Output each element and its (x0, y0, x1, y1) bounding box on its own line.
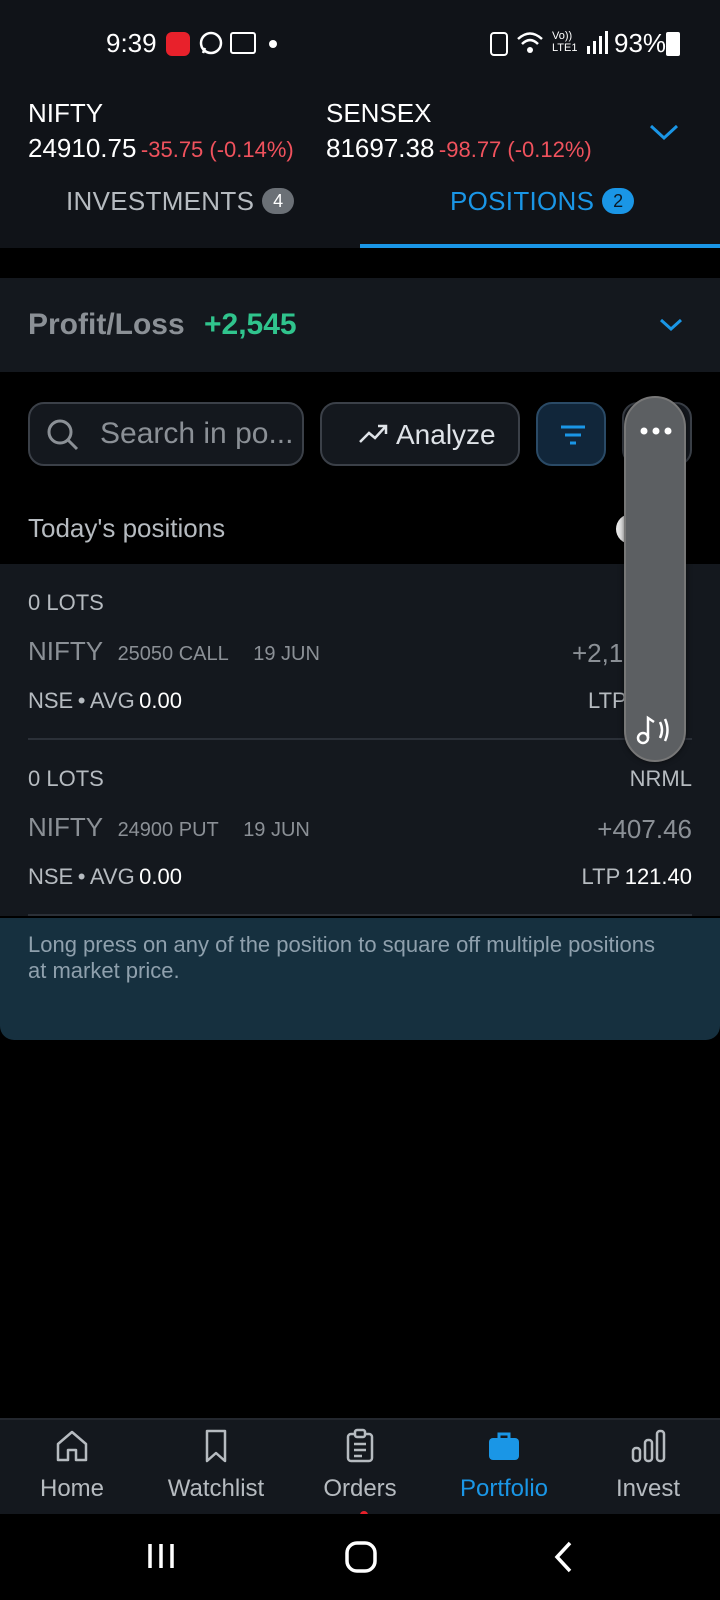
position-strike: 24900 PUT (117, 819, 219, 841)
recent-apps-icon[interactable] (146, 1540, 176, 1572)
index-value: 24910.75 (28, 133, 137, 163)
position-meta: NSE • AVG 0.00 (28, 864, 182, 890)
nav-invest[interactable]: Invest (576, 1428, 720, 1503)
nav-watchlist[interactable]: Watchlist (144, 1428, 288, 1503)
position-instrument: NIFTY 25050 CALL 19 JUN (28, 636, 320, 667)
index-change: -35.75 (-0.14%) (140, 137, 294, 162)
position-ltp-label: LTP (588, 688, 627, 713)
analyze-button[interactable]: Analyze (320, 402, 520, 466)
index-value: 81697.38 (326, 133, 435, 163)
nav-label: Portfolio (459, 1475, 549, 1502)
position-strike: 25050 CALL (117, 643, 229, 665)
position-pnl: +2,1 (572, 638, 624, 668)
analyze-label: Analyze (396, 419, 496, 450)
home-icon (54, 1428, 90, 1464)
news-icon (230, 32, 256, 54)
neo-icon (166, 32, 190, 56)
nav-orders[interactable]: Orders (288, 1428, 432, 1503)
position-ltp-label: LTP (581, 864, 621, 889)
search-placeholder: Search in po... (100, 417, 294, 450)
tab-label: POSITIONS (450, 186, 595, 216)
position-symbol: NIFTY (28, 636, 104, 666)
search-input[interactable]: Search in po... (28, 402, 304, 466)
clipboard-icon (342, 1428, 378, 1464)
briefcase-icon (486, 1428, 522, 1464)
bookmark-icon (198, 1428, 234, 1464)
profit-loss-label: Profit/Loss (28, 308, 185, 341)
bar-chart-icon (630, 1428, 666, 1464)
trending-up-icon (358, 422, 390, 446)
index-change: -98.77 (-0.12%) (438, 137, 592, 162)
index-name: SENSEX (326, 98, 432, 128)
nav-home[interactable]: Home (0, 1428, 144, 1503)
position-ltp: 121.40 (624, 864, 692, 889)
tab-positions[interactable]: POSITIONS 2 (450, 186, 635, 217)
row-divider (28, 914, 692, 916)
battery-icon (666, 32, 680, 56)
whatsapp-icon (198, 30, 224, 56)
back-icon[interactable] (552, 1540, 574, 1574)
profit-loss-value: +2,545 (204, 308, 297, 341)
position-lots: 0 LOTS (28, 766, 104, 791)
tab-label: INVESTMENTS (66, 186, 255, 216)
position-meta: NSE • AVG 0.00 (28, 688, 182, 714)
signal-icon (586, 30, 608, 54)
nifty-index[interactable]: NIFTY 24910.75 -35.75 (-0.14%) (28, 98, 294, 164)
active-tab-indicator (360, 244, 720, 248)
position-exchange: NSE (28, 688, 74, 713)
position-expiry: 19 JUN (243, 819, 310, 841)
filter-icon (559, 424, 587, 446)
sensex-index[interactable]: SENSEX 81697.38 -98.77 (-0.12%) (326, 98, 592, 164)
position-product: NRML (629, 766, 692, 791)
search-icon (46, 418, 80, 452)
network-label: Vo)) LTE1 (552, 30, 578, 54)
tab-investments[interactable]: INVESTMENTS 4 (66, 186, 295, 217)
nav-label: Invest (615, 1475, 681, 1502)
position-ltp-group: LTP 121.40 (582, 864, 692, 890)
tab-count-badge: 4 (262, 188, 295, 214)
position-avg-label: AVG (89, 864, 135, 889)
filter-button[interactable] (536, 402, 606, 466)
home-button-icon[interactable] (344, 1540, 378, 1574)
more-dots-icon[interactable] (640, 422, 672, 435)
section-title: Today's positions (28, 513, 226, 543)
position-avg: 0.00 (139, 864, 182, 889)
music-note-icon[interactable] (636, 714, 676, 746)
battery-saver-icon (490, 32, 508, 56)
floating-media-panel[interactable] (624, 396, 686, 762)
dot-icon (269, 40, 277, 48)
index-name: NIFTY (28, 98, 104, 128)
position-row[interactable]: 0 LOTS NIFTY 25050 CALL 19 JUN +2,1 NSE … (0, 564, 720, 738)
nav-portfolio[interactable]: Portfolio (432, 1428, 576, 1503)
position-instrument: NIFTY 24900 PUT 19 JUN (28, 812, 310, 843)
chevron-down-icon[interactable] (648, 122, 680, 142)
separator-dot: • (77, 688, 86, 713)
tab-count-badge: 2 (602, 188, 635, 214)
position-exchange: NSE (28, 864, 74, 889)
position-lots: 0 LOTS (28, 590, 104, 615)
battery-percent: 93% (614, 28, 667, 58)
nav-label: Orders (323, 1475, 397, 1502)
position-symbol: NIFTY (28, 812, 104, 842)
position-expiry: 19 JUN (253, 643, 320, 665)
chevron-down-icon[interactable] (658, 316, 684, 334)
position-pnl: +407.46 (597, 814, 692, 844)
position-avg-label: AVG (89, 688, 135, 713)
status-time: 9:39 (106, 28, 157, 58)
position-avg: 0.00 (139, 688, 182, 713)
nav-label: Watchlist (167, 1475, 265, 1502)
wifi-icon (516, 30, 544, 56)
position-row[interactable]: 0 LOTS NRML NIFTY 24900 PUT 19 JUN +407.… (0, 740, 720, 914)
hint-text: Long press on any of the position to squ… (28, 932, 655, 983)
separator-dot: • (77, 864, 86, 889)
nav-label: Home (39, 1475, 105, 1502)
